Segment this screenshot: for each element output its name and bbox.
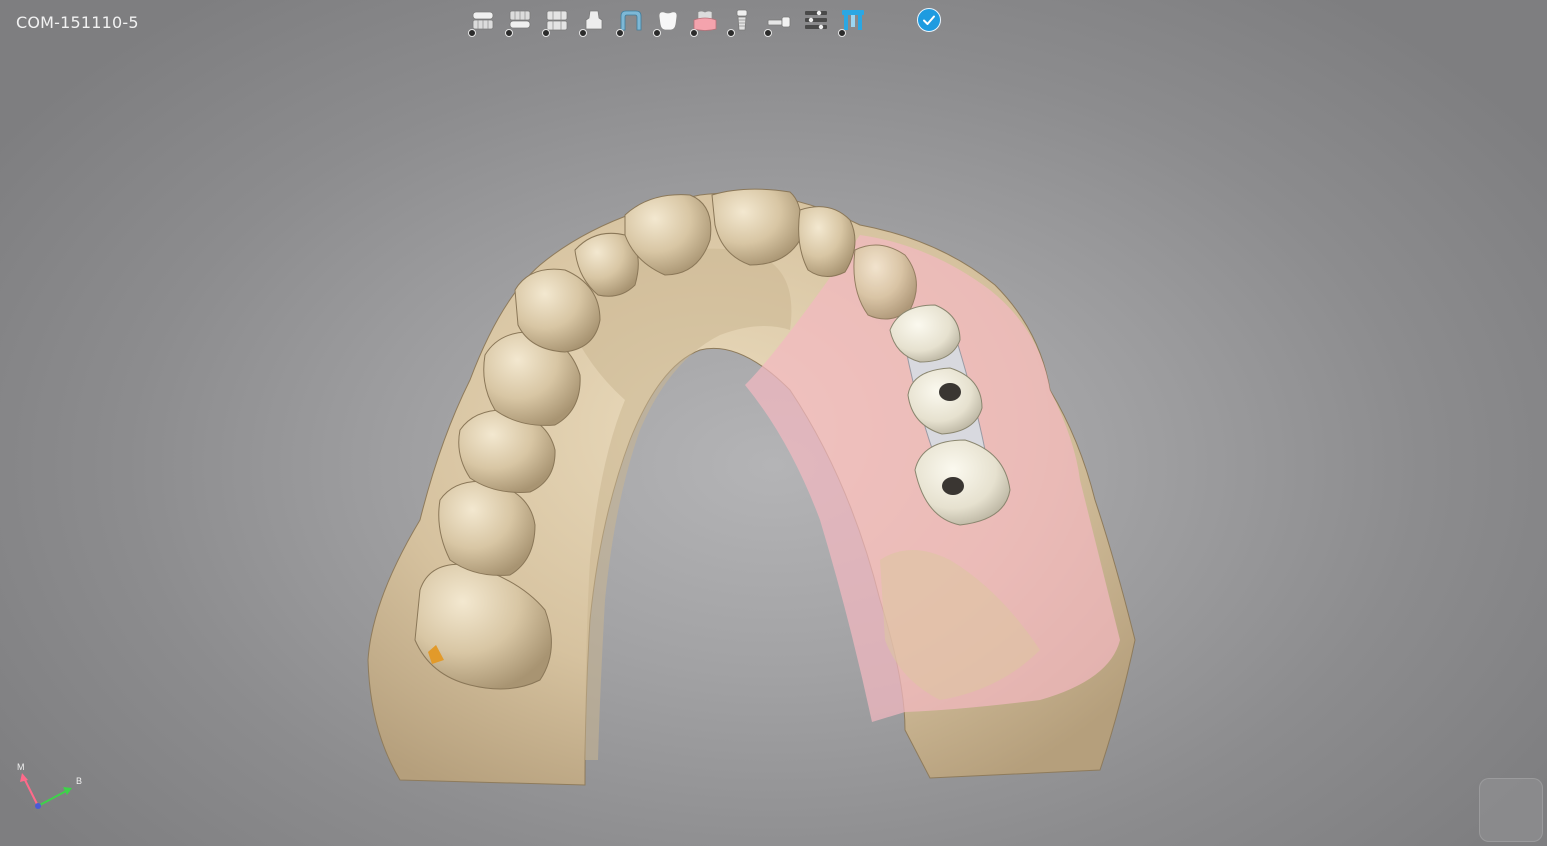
- 3d-viewport[interactable]: [0, 0, 1547, 846]
- axis-b-label: B: [76, 776, 82, 786]
- axis-m-label: M: [17, 762, 25, 772]
- axis-gizmo: M B: [17, 762, 82, 809]
- view-cube-widget[interactable]: [1479, 778, 1543, 842]
